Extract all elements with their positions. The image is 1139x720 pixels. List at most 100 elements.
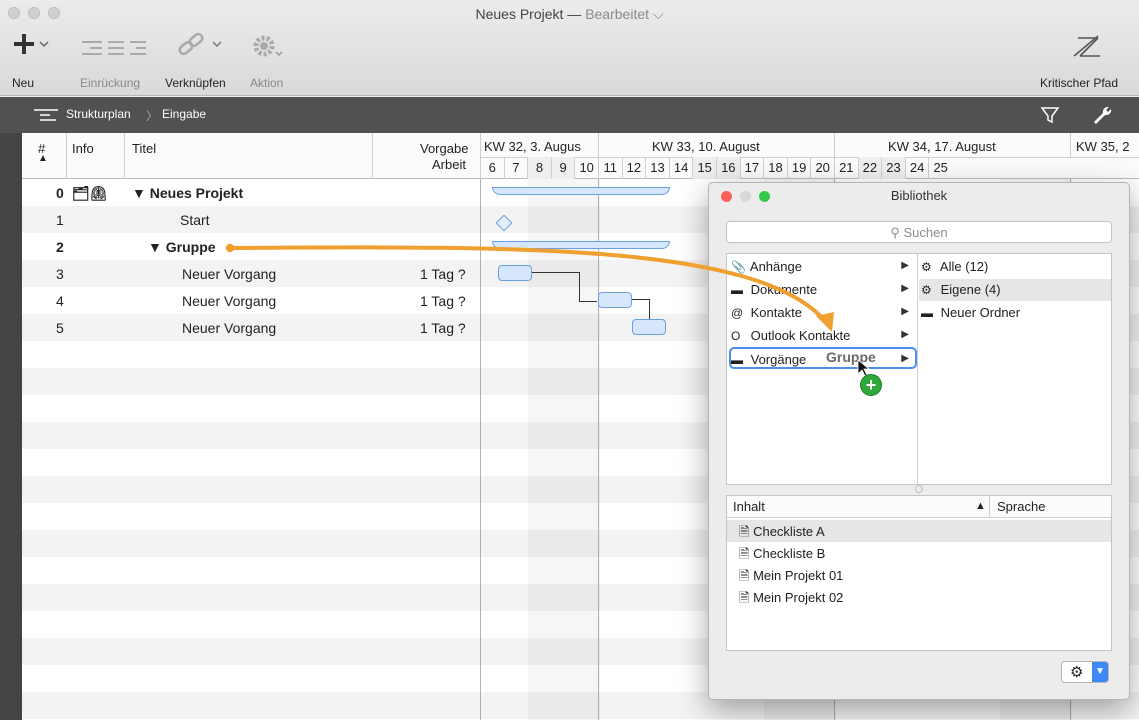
library-search-input[interactable]: ⚲ Suchen [726, 221, 1112, 243]
smart-folder-icon: ⚙ [921, 283, 932, 297]
day-label: 17 [739, 157, 764, 179]
path-bar: Strukturplan 〉 Eingabe [0, 97, 1139, 133]
day-label: 7 [503, 157, 528, 179]
category-tasks[interactable]: ▬ Vorgänge ▶ [729, 347, 917, 369]
task-title[interactable]: Start [180, 212, 210, 228]
column-effort-line2: Arbeit [432, 157, 466, 172]
window-toolbar: Neues Projekt — Bearbeitet ⌵ Neu Einrück… [0, 0, 1139, 96]
task-title[interactable]: ▼ Neues Projekt [132, 185, 243, 201]
folder-icon: ▬ [921, 306, 933, 320]
link-icon [178, 32, 222, 56]
document-name: Neues Projekt [475, 6, 564, 22]
critical-path-label: Kritischer Pfad [1040, 76, 1119, 90]
task-number: 1 [56, 212, 64, 228]
day-label: 18 [763, 157, 787, 179]
chevron-right-icon: ▶ [901, 353, 909, 364]
search-icon: ⚲ [890, 225, 904, 240]
chevron-right-icon: ▶ [901, 260, 909, 271]
link-label: Verknüpfen [165, 76, 226, 90]
wrench-icon[interactable] [1090, 104, 1114, 126]
day-label: 12 [621, 157, 646, 179]
day-label: 9 [550, 157, 575, 179]
left-gutter [0, 133, 22, 720]
list-item[interactable]: 🗎 Mein Projekt 02 [727, 586, 1111, 608]
task-number: 4 [56, 293, 64, 309]
edit-status[interactable]: Bearbeitet [585, 6, 649, 22]
column-content[interactable]: Inhalt [733, 499, 765, 514]
folder-label: Alle (12) [939, 259, 989, 274]
column-title[interactable]: Titel [132, 141, 156, 156]
task-bar[interactable] [598, 292, 632, 308]
gear-icon: ⚙ [1070, 664, 1084, 681]
folder-new[interactable]: ▬ Neuer Ordner [921, 302, 1111, 324]
window-title: Neues Projekt — Bearbeitet ⌵ [0, 6, 1139, 23]
day-label: 8 [527, 157, 551, 179]
task-title[interactable]: ▼ Gruppe [148, 239, 216, 255]
breadcrumb-outline[interactable]: Strukturplan [66, 107, 131, 121]
item-label: Mein Projekt 02 [753, 590, 844, 605]
copy-badge-icon: + [860, 374, 882, 396]
task-title[interactable]: Neuer Vorgang [182, 266, 276, 282]
item-label: Checkliste B [753, 546, 826, 561]
category-outlook-contacts[interactable]: O Outlook Kontakte ▶ [731, 325, 915, 347]
plus-icon [14, 34, 49, 54]
list-item[interactable]: 🗎 Checkliste B [727, 542, 1111, 564]
project-summary-bar[interactable] [492, 187, 670, 195]
content-header: Inhalt ▲ Sprache [727, 496, 1111, 518]
template-icon: 🗎 [739, 590, 754, 605]
paperclip-icon: 📎 [731, 260, 746, 274]
list-item[interactable]: 🗎 Checkliste A [727, 520, 1111, 542]
sort-ascending-icon: ▲ [975, 500, 986, 512]
folder-label: Neuer Ordner [940, 305, 1021, 320]
folder-all[interactable]: ⚙ Alle (12) [921, 256, 1111, 278]
task-title[interactable]: Neuer Vorgang [182, 293, 276, 309]
category-label: Outlook Kontakte [750, 328, 851, 343]
task-number: 2 [56, 239, 64, 255]
day-label: 6 [480, 157, 504, 179]
critical-path-icon [1073, 35, 1100, 57]
category-attachments[interactable]: 📎 Anhänge ▶ [731, 256, 915, 278]
task-effort[interactable]: 1 Tag ? [420, 320, 466, 336]
category-contacts[interactable]: @ Kontakte ▶ [731, 302, 915, 324]
sort-ascending-icon: ▲ [38, 153, 48, 164]
task-title[interactable]: Neuer Vorgang [182, 320, 276, 336]
splitter-handle[interactable] [915, 485, 923, 493]
chevron-right-icon: ▶ [901, 329, 909, 340]
folder-own[interactable]: ⚙ Eigene (4) [919, 279, 1111, 301]
week-label: KW 35, 2 [1076, 139, 1130, 154]
item-label: Mein Projekt 01 [753, 568, 844, 583]
task-bar[interactable] [498, 265, 532, 281]
category-documents[interactable]: ▬ Dokumente ▶ [731, 279, 915, 301]
outlook-icon: O [731, 329, 741, 343]
day-label: 11 [598, 157, 622, 179]
category-label: Vorgänge [750, 352, 807, 367]
day-label: 24 [904, 157, 929, 179]
category-label: Dokumente [750, 282, 818, 297]
breadcrumb-entry[interactable]: Eingabe [162, 107, 206, 121]
breadcrumb-chevron-icon: 〉 [146, 109, 159, 123]
indent-label: Einrückung [80, 76, 141, 90]
template-icon: 🗎 [739, 568, 754, 583]
column-info[interactable]: Info [72, 141, 94, 156]
action-label: Aktion [250, 76, 284, 90]
list-item[interactable]: 🗎 Mein Projekt 01 [727, 564, 1111, 586]
day-label: 10 [574, 157, 598, 179]
day-label: 20 [810, 157, 834, 179]
folder-label: Eigene (4) [940, 282, 1001, 297]
at-sign-icon: @ [731, 306, 744, 320]
filter-icon[interactable] [1040, 105, 1060, 125]
folder-icon: ▬ [731, 353, 743, 367]
library-action-button[interactable]: ⚙ ▼ [1061, 661, 1109, 683]
day-label: 22 [857, 157, 882, 179]
day-label: 13 [645, 157, 669, 179]
column-effort[interactable]: Vorgabe [420, 141, 468, 156]
task-bar[interactable] [632, 319, 666, 335]
day-label: 25 [928, 157, 952, 179]
task-effort[interactable]: 1 Tag ? [420, 293, 466, 309]
task-effort[interactable]: 1 Tag ? [420, 266, 466, 282]
chevron-right-icon: ▶ [901, 283, 909, 294]
chevron-down-icon: ▼ [1092, 662, 1108, 682]
group-summary-bar[interactable] [492, 241, 670, 249]
week-label: KW 34, 17. August [888, 139, 996, 154]
column-language[interactable]: Sprache [997, 499, 1045, 514]
